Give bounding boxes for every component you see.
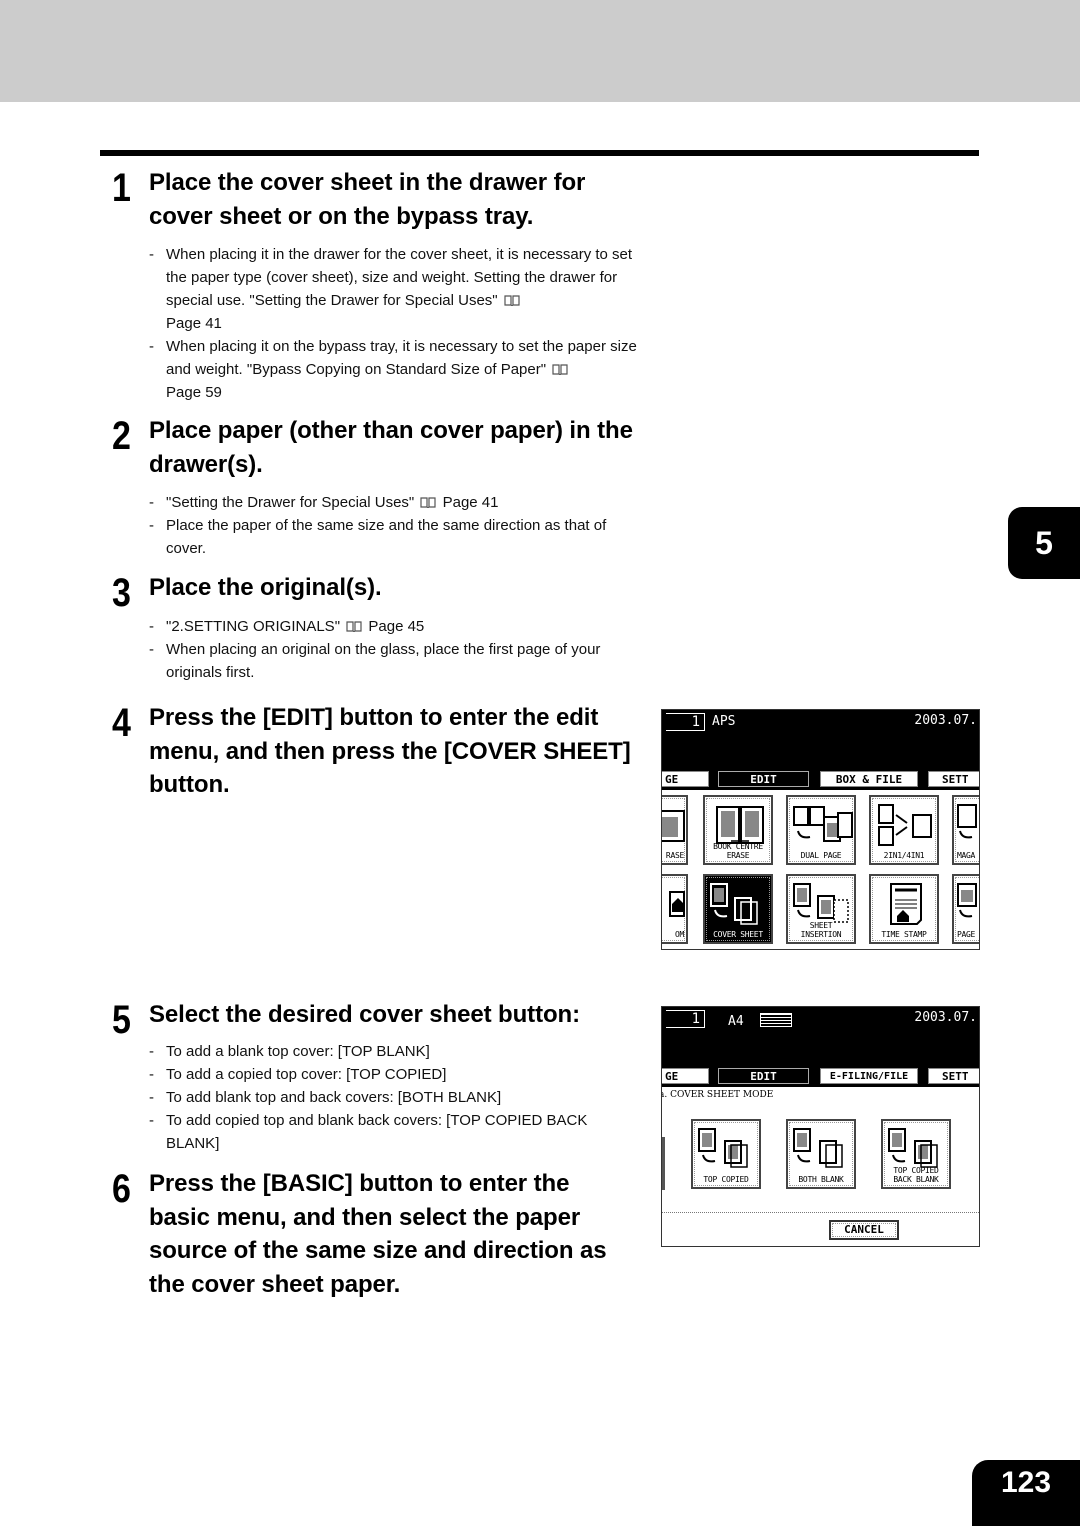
copy-counter: 1: [666, 1010, 705, 1028]
tab-box-file[interactable]: BOX & FILE: [819, 770, 919, 788]
step-title: Press the [EDIT] button to enter the edi…: [149, 704, 631, 798]
paper-tray-icon: [760, 1013, 792, 1027]
dual-page-button[interactable]: DUAL PAGE: [786, 795, 856, 865]
both-blank-button[interactable]: BOTH BLANK: [786, 1119, 856, 1189]
tab-image[interactable]: GE: [662, 770, 710, 788]
zoom-button[interactable]: OM: [662, 874, 688, 944]
tab-image[interactable]: GE: [662, 1067, 710, 1085]
book-centre-erase-button[interactable]: BOOK CENTRE ERASE: [703, 795, 773, 865]
top-copied-back-blank-icon: [888, 1128, 938, 1168]
erase-icon: [662, 810, 685, 842]
bullet-item: - "Setting the Drawer for Special Uses" P…: [149, 494, 499, 511]
tab-edit[interactable]: EDIT: [717, 1067, 810, 1085]
tab-settings[interactable]: SETT: [927, 1067, 979, 1085]
sheet-insertion-button[interactable]: SHEET INSERTION: [786, 874, 856, 944]
top-copied-back-blank-button[interactable]: TOP COPIED BACK BLANK: [881, 1119, 951, 1189]
paper-mode: APS: [712, 714, 736, 729]
bullet-item: - When placing it in the drawer for the c…: [149, 246, 633, 332]
page-number: 123: [972, 1460, 1080, 1526]
step-number: 1: [112, 166, 131, 210]
combine-pages-icon: [878, 804, 932, 846]
bullet-item: - Place the paper of the same size and th…: [149, 517, 607, 557]
top-copied-icon: [698, 1128, 748, 1168]
mode-label: a. COVER SHEET MODE: [661, 1090, 774, 1100]
top-copied-button[interactable]: TOP COPIED: [691, 1119, 761, 1189]
bullet-item: - To add a blank top cover: [TOP BLANK]: [149, 1042, 430, 1060]
book-reference-icon: [420, 497, 437, 508]
step-title: Place the cover sheet in the drawer for …: [149, 169, 586, 230]
bullet-item: - When placing an original on the glass, …: [149, 640, 601, 681]
time-stamp-icon: [890, 883, 922, 925]
page-ref-link[interactable]: Page 59: [166, 384, 222, 401]
step-title: Place the original(s).: [149, 574, 382, 601]
menu-tabs: GE EDIT E-FILING/FILE SETT: [662, 1065, 979, 1087]
bullet-item: - To add a copied top cover: [TOP COPIED]: [149, 1065, 447, 1083]
step-1: 1 Place the cover sheet in the drawer fo…: [112, 166, 642, 404]
copy-counter: 1: [666, 713, 705, 731]
tab-settings[interactable]: SETT: [927, 770, 979, 788]
step-title: Place paper (other than cover paper) in …: [149, 417, 633, 478]
edit-menu-screen: 1 APS 2003.07. GE EDIT BOX & FILE SETT R…: [661, 709, 980, 950]
cancel-button[interactable]: CANCEL: [829, 1220, 899, 1240]
cover-sheet-icon: [710, 883, 758, 925]
page-ref-link[interactable]: Page 41: [166, 315, 222, 332]
magazine-sort-button[interactable]: MAGA: [952, 795, 979, 865]
date-display: 2003.07.: [914, 1010, 977, 1025]
step-number: 3: [112, 571, 131, 615]
step-6: 6 Press the [BASIC] button to enter the …: [112, 1167, 612, 1301]
tab-e-filing-file[interactable]: E-FILING/FILE: [819, 1067, 919, 1085]
step-4: 4 Press the [EDIT] button to enter the e…: [112, 701, 632, 802]
cover-sheet-screen: 1 A4 2003.07. GE EDIT E-FILING/FILE SETT…: [661, 1006, 980, 1247]
menu-tabs: GE EDIT BOX & FILE SETT: [662, 768, 979, 790]
header-band: [0, 0, 1080, 102]
book-reference-icon: [552, 364, 568, 375]
time-stamp-button[interactable]: TIME STAMP: [869, 874, 939, 944]
cover-sheet-button[interactable]: COVER SHEET: [703, 874, 773, 944]
bullet-item: - "2.SETTING ORIGINALS" Page 45: [149, 617, 425, 635]
2in1-4in1-button[interactable]: 2IN1/4IN1: [869, 795, 939, 865]
bullet-item: - To add copied top and blank back covers…: [149, 1111, 588, 1152]
bullet-item: - When placing it on the bypass tray, it …: [149, 338, 637, 401]
step-5: 5 Select the desired cover sheet button:…: [112, 998, 642, 1155]
bullet-item: - To add blank top and back covers: [BOTH…: [149, 1088, 502, 1106]
step-3: 3 Place the original(s). - "2.SETTING ORI…: [112, 571, 642, 684]
step-number: 4: [112, 701, 131, 745]
step-number: 2: [112, 414, 131, 458]
scroll-edge: [662, 1137, 665, 1190]
dual-page-icon: [793, 806, 853, 842]
book-reference-icon: [346, 620, 362, 632]
both-blank-icon: [793, 1128, 843, 1168]
step-number: 5: [112, 998, 131, 1042]
chapter-tab: 5: [1008, 507, 1080, 579]
step-title: Select the desired cover sheet button:: [149, 1001, 580, 1028]
paper-size: A4: [728, 1014, 744, 1029]
page-ref-link[interactable]: Page 41: [443, 494, 499, 511]
magazine-icon: [957, 804, 977, 839]
sheet-insertion-icon: [793, 883, 849, 923]
step-2: 2 Place paper (other than cover paper) i…: [112, 414, 642, 560]
zoom-icon: [669, 891, 685, 917]
erase-button[interactable]: RASE: [662, 795, 688, 865]
tab-edit[interactable]: EDIT: [717, 770, 810, 788]
book-reference-icon: [504, 295, 520, 306]
date-display: 2003.07.: [914, 713, 977, 728]
section-rule: [100, 150, 979, 156]
page-ref-link[interactable]: Page 45: [368, 618, 424, 635]
page-number-button[interactable]: PAGE: [952, 874, 979, 944]
divider: [662, 1212, 979, 1213]
step-number: 6: [112, 1167, 131, 1211]
step-title: Press the [BASIC] button to enter the ba…: [149, 1170, 607, 1298]
open-book-icon: [716, 806, 764, 844]
page-number-icon: [957, 883, 977, 918]
